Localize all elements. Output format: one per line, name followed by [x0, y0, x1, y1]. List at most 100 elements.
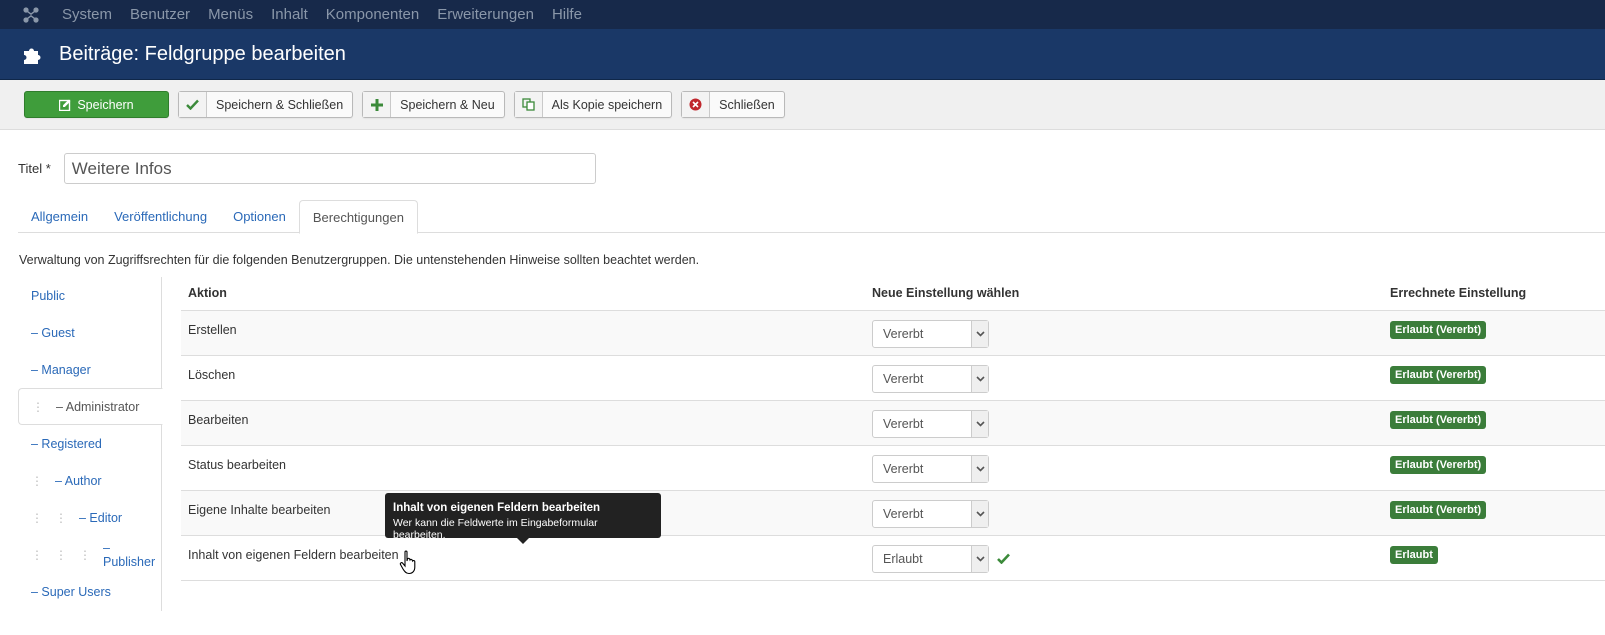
top-menu-bar: System Benutzer Menüs Inhalt Komponenten… — [0, 0, 1605, 29]
page-header: Beiträge: Feldgruppe bearbeiten — [0, 29, 1605, 80]
group-manager[interactable]: – Manager — [18, 351, 161, 388]
puzzle-piece-icon — [22, 43, 44, 65]
calculated-cell: Erlaubt (Vererbt) — [1383, 310, 1605, 356]
column-header-new-setting: Neue Einstellung wählen — [865, 277, 1383, 311]
menu-extensions[interactable]: Erweiterungen — [437, 6, 534, 23]
save-and-close-label: Speichern & Schließen — [216, 97, 344, 112]
chevron-down-icon — [971, 365, 988, 392]
setting-cell: Vererbt — [865, 400, 1383, 446]
tree-indent-icon: ⋮ — [79, 547, 91, 562]
status-badge: Erlaubt (Vererbt) — [1390, 410, 1487, 429]
status-badge: Erlaubt (Vererbt) — [1390, 455, 1487, 474]
save-as-copy-label: Als Kopie speichern — [551, 97, 663, 112]
plus-icon — [363, 92, 392, 117]
menu-users[interactable]: Benutzer — [130, 6, 190, 23]
group-label: – Manager — [31, 362, 91, 377]
close-button[interactable]: Schließen — [681, 91, 785, 118]
setting-cell: Vererbt — [865, 355, 1383, 401]
chevron-down-icon — [971, 545, 988, 572]
tab-bar: Allgemein Veröffentlichung Optionen Bere… — [18, 200, 1605, 234]
select-value: Erlaubt — [883, 551, 923, 566]
tab-permissions[interactable]: Berechtigungen — [298, 200, 418, 234]
title-label: Titel * — [18, 161, 51, 176]
chevron-down-icon — [971, 455, 988, 482]
chevron-down-icon — [971, 500, 988, 527]
saved-check-icon — [997, 553, 1010, 564]
group-author[interactable]: ⋮ – Author — [18, 462, 161, 499]
tree-indent-icon: ⋮ — [55, 510, 67, 525]
hand-cursor-icon — [399, 550, 419, 579]
tab-publishing[interactable]: Veröffentlichung — [101, 200, 220, 233]
tooltip-title: Inhalt von eigenen Feldern bearbeiten — [393, 502, 601, 514]
title-row: Titel * Weitere Infos — [18, 153, 596, 184]
setting-select[interactable]: Erlaubt — [872, 544, 989, 573]
action-name: Status bearbeiten — [181, 445, 865, 491]
title-input[interactable]: Weitere Infos — [63, 153, 596, 184]
group-registered[interactable]: – Registered — [18, 425, 161, 462]
tree-indent-icon: ⋮ — [31, 473, 43, 488]
tab-options[interactable]: Optionen — [220, 200, 299, 233]
calculated-cell: Erlaubt (Vererbt) — [1383, 490, 1605, 536]
tree-indent-icon: ⋮ — [55, 547, 67, 562]
save-button[interactable]: Speichern — [24, 91, 169, 118]
group-guest[interactable]: – Guest — [18, 314, 161, 351]
tree-indent-icon: ⋮ — [31, 547, 43, 562]
menu-help[interactable]: Hilfe — [552, 6, 582, 23]
setting-select[interactable]: Vererbt — [872, 409, 989, 438]
group-super-users[interactable]: – Super Users — [18, 573, 161, 610]
close-label: Schließen — [719, 97, 775, 112]
setting-cell: Vererbt — [865, 310, 1383, 356]
group-label: – Super Users — [31, 584, 111, 599]
group-administrator[interactable]: ⋮ – Administrator — [18, 388, 163, 425]
user-group-list: Public – Guest – Manager ⋮ – Administrato… — [18, 277, 163, 611]
permissions-description: Verwaltung von Zugriffsrechten für die f… — [19, 253, 700, 267]
save-and-close-button[interactable]: Speichern & Schließen — [178, 91, 354, 118]
tree-indent-icon: ⋮ — [32, 399, 44, 414]
select-value: Vererbt — [883, 416, 924, 431]
table-row: Status bearbeiten Vererbt Erlaubt (Verer… — [181, 445, 1605, 491]
status-badge: Erlaubt (Vererbt) — [1390, 500, 1487, 519]
table-row: Löschen Vererbt Erlaubt (Vererbt) — [181, 355, 1605, 401]
menu-system[interactable]: System — [62, 6, 112, 23]
menu-content[interactable]: Inhalt — [271, 6, 308, 23]
select-value: Vererbt — [883, 461, 924, 476]
copy-icon — [514, 92, 543, 117]
setting-select[interactable]: Vererbt — [872, 499, 989, 528]
group-label: – Editor — [79, 510, 123, 525]
group-public[interactable]: Public — [18, 277, 161, 314]
calculated-cell: Erlaubt (Vererbt) — [1383, 355, 1605, 401]
setting-select-wrap: Erlaubt — [872, 544, 1376, 573]
menu-menus[interactable]: Menüs — [208, 6, 253, 23]
setting-cell: Vererbt — [865, 445, 1383, 491]
save-and-new-button[interactable]: Speichern & Neu — [362, 91, 505, 118]
toolbar: Speichern Speichern & Schließen Speicher… — [0, 80, 1605, 130]
save-label: Speichern — [77, 97, 134, 112]
setting-select[interactable]: Vererbt — [872, 454, 989, 483]
tooltip: Inhalt von eigenen Feldern bearbeiten We… — [385, 493, 661, 544]
page-title: Beiträge: Feldgruppe bearbeiten — [59, 42, 346, 65]
calculated-cell: Erlaubt — [1383, 535, 1605, 581]
group-editor[interactable]: ⋮ ⋮ – Editor — [18, 499, 161, 536]
group-label: – Administrator — [56, 399, 140, 414]
group-label: – Guest — [31, 325, 75, 340]
table-row: Bearbeiten Vererbt Erlaubt (Vererbt) — [181, 400, 1605, 446]
column-header-calculated: Errechnete Einstellung — [1383, 277, 1605, 311]
save-as-copy-button[interactable]: Als Kopie speichern — [513, 91, 673, 118]
menu-components[interactable]: Komponenten — [326, 6, 419, 23]
setting-select[interactable]: Vererbt — [872, 319, 989, 348]
status-badge: Erlaubt (Vererbt) — [1390, 365, 1487, 384]
tab-general[interactable]: Allgemein — [18, 200, 101, 233]
group-publisher[interactable]: ⋮ ⋮ ⋮ – Publisher — [18, 536, 161, 573]
calculated-cell: Erlaubt (Vererbt) — [1383, 400, 1605, 446]
group-label: – Publisher — [103, 540, 156, 569]
action-name: Löschen — [181, 355, 865, 401]
group-label: – Author — [55, 473, 102, 488]
select-value: Vererbt — [883, 326, 924, 341]
chevron-down-icon — [971, 410, 988, 437]
status-badge: Erlaubt — [1390, 545, 1438, 564]
close-circle-icon — [682, 92, 711, 117]
table-header-row: Aktion Neue Einstellung wählen Errechnet… — [181, 277, 1605, 311]
setting-select[interactable]: Vererbt — [872, 364, 989, 393]
tree-indent-icon: ⋮ — [31, 510, 43, 525]
joomla-logo-icon[interactable] — [0, 0, 62, 29]
